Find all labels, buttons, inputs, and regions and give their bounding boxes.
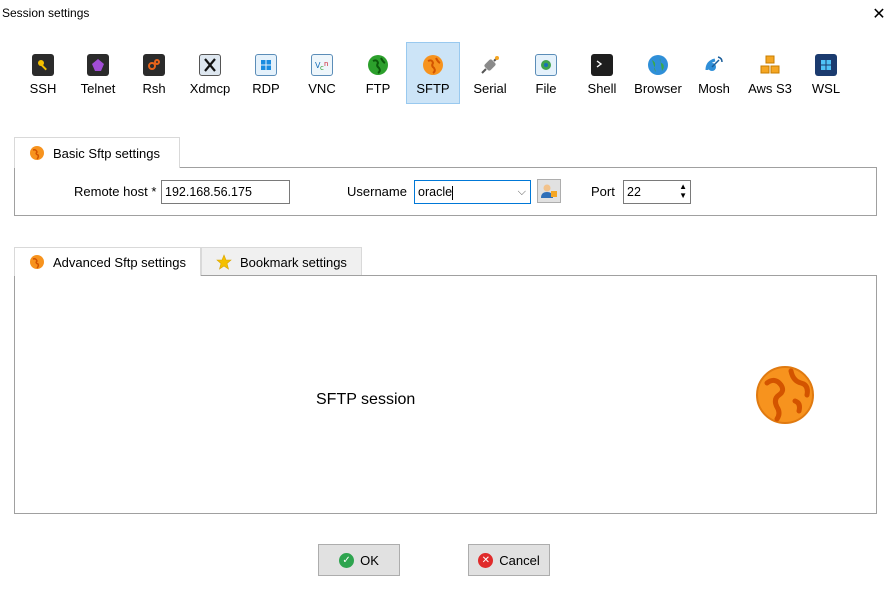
session-type-text: SFTP session: [316, 391, 416, 408]
port-label: Port: [591, 184, 615, 199]
file-icon: [535, 54, 557, 76]
vnc-icon: Vcn: [311, 54, 333, 76]
telnet-icon: [87, 54, 109, 76]
remote-host-label: Remote host *: [74, 184, 157, 199]
session-type-aws-s3[interactable]: Aws S3: [743, 42, 797, 104]
basic-settings-panel: Remote host * 192.168.56.175 Username or…: [14, 167, 877, 216]
check-icon: ✓: [339, 552, 355, 568]
chevron-down-icon[interactable]: ⌵: [518, 181, 526, 203]
session-type-ftp[interactable]: FTP: [351, 42, 405, 104]
username-combo[interactable]: oracle ⌵: [414, 180, 531, 204]
aws-s3-icon: [759, 54, 781, 76]
cancel-button[interactable]: ✕ Cancel: [468, 544, 550, 576]
ssh-icon: [32, 54, 54, 76]
rsh-icon: [143, 54, 165, 76]
star-icon: [216, 254, 232, 270]
sftp-icon: [30, 146, 44, 160]
session-type-mosh[interactable]: Mosh: [687, 42, 741, 104]
sftp-icon: [30, 255, 44, 269]
session-type-sftp[interactable]: SFTP: [406, 42, 460, 104]
session-type-rdp[interactable]: RDP: [239, 42, 293, 104]
username-value: oracle: [418, 185, 453, 199]
svg-text:n: n: [324, 60, 328, 68]
session-type-serial[interactable]: Serial: [463, 42, 517, 104]
port-value: 22: [627, 185, 641, 199]
xdmcp-icon: [199, 54, 221, 76]
tab-label: Advanced Sftp settings: [53, 254, 186, 270]
spin-arrows-icon[interactable]: ▲ ▼: [679, 182, 687, 200]
ftp-icon: [367, 54, 389, 76]
session-type-rsh[interactable]: Rsh: [127, 42, 181, 104]
tab-label: Basic Sftp settings: [53, 145, 160, 161]
session-type-browser[interactable]: Browser: [631, 42, 685, 104]
title-bar: Session settings ✕: [0, 0, 894, 28]
session-type-xdmcp[interactable]: Xdmcp: [183, 42, 237, 104]
tab-basic-sftp-settings[interactable]: Basic Sftp settings: [14, 137, 180, 168]
session-type-ssh[interactable]: SSH: [16, 42, 70, 104]
cancel-icon: ✕: [478, 552, 494, 568]
mosh-icon: [703, 54, 725, 76]
session-type-vnc[interactable]: Vcn VNC: [295, 42, 349, 104]
tab-label: Bookmark settings: [240, 254, 347, 270]
close-button[interactable]: ✕: [864, 0, 894, 28]
advanced-settings-panel: SFTP session: [14, 275, 877, 514]
tab-bookmark-settings[interactable]: Bookmark settings: [201, 247, 362, 276]
tab-advanced-sftp-settings[interactable]: Advanced Sftp settings: [14, 247, 201, 276]
remote-host-input[interactable]: 192.168.56.175: [161, 180, 290, 204]
session-type-file[interactable]: File: [519, 42, 573, 104]
close-icon: ✕: [872, 6, 886, 23]
window-title: Session settings: [2, 6, 90, 20]
serial-icon: [479, 54, 501, 76]
rdp-icon: [255, 54, 277, 76]
username-label: Username: [347, 184, 407, 199]
browser-icon: [647, 54, 669, 76]
wsl-icon: [815, 54, 837, 76]
ok-button[interactable]: ✓ OK: [318, 544, 400, 576]
user-credentials-button[interactable]: [537, 179, 561, 203]
sftp-globe-icon: [756, 366, 814, 424]
session-type-shell[interactable]: Shell: [575, 42, 629, 104]
sftp-icon: [422, 54, 444, 76]
port-spinbox[interactable]: 22 ▲ ▼: [623, 180, 691, 204]
user-icon: [541, 184, 557, 198]
session-type-wsl[interactable]: WSL: [799, 42, 853, 104]
session-type-telnet[interactable]: Telnet: [71, 42, 125, 104]
shell-icon: [591, 54, 613, 76]
